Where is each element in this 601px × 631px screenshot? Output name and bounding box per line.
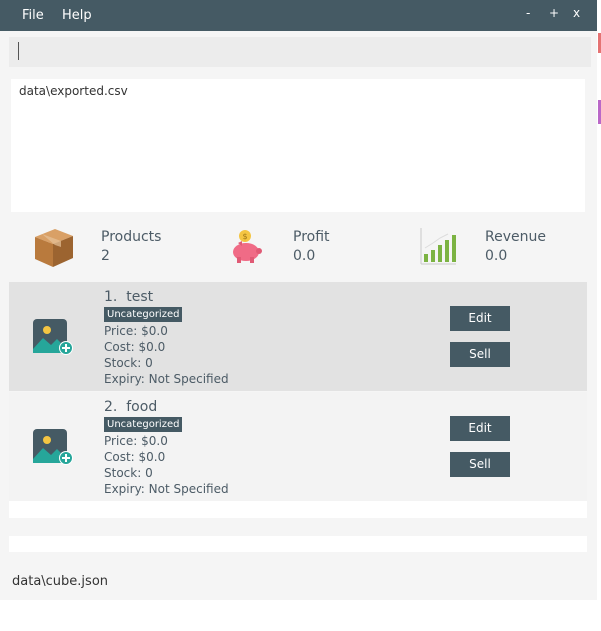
- box-icon: [35, 229, 73, 267]
- category-tag: Uncategorized: [104, 307, 183, 322]
- menu-bar: File Help - + x: [0, 0, 597, 31]
- empty-panel: [9, 536, 587, 552]
- product-card: 2. food Uncategorized Price: $0.0 Cost: …: [9, 392, 587, 501]
- edit-button[interactable]: Edit: [450, 306, 510, 331]
- revenue-value: 0.0: [485, 248, 508, 264]
- product-expiry: Expiry: Not Specified: [104, 482, 229, 496]
- minimize-button[interactable]: -: [526, 6, 530, 20]
- result-display: [11, 79, 585, 212]
- product-cost: Cost: $0.0: [104, 450, 166, 464]
- product-stock: Stock: 0: [104, 466, 153, 480]
- result-text: data\exported.csv: [19, 84, 128, 98]
- help-menu[interactable]: Help: [62, 8, 92, 23]
- products-label: Products: [101, 229, 162, 245]
- piggy-bank-icon: $: [233, 230, 262, 263]
- product-card: 1. test Uncategorized Price: $0.0 Cost: …: [9, 282, 587, 391]
- sell-button[interactable]: Sell: [450, 342, 510, 367]
- product-title: 1. test: [104, 289, 154, 305]
- product-image-icon: [33, 319, 73, 355]
- revenue-label: Revenue: [485, 229, 546, 245]
- products-value: 2: [101, 248, 110, 264]
- product-cost: Cost: $0.0: [104, 340, 166, 354]
- status-bar-path: data\cube.json: [12, 574, 109, 589]
- product-price: Price: $0.0: [104, 324, 168, 338]
- file-menu[interactable]: File: [22, 8, 44, 23]
- window-edge: [597, 0, 601, 631]
- product-expiry: Expiry: Not Specified: [104, 372, 229, 386]
- command-input[interactable]: [9, 37, 591, 67]
- edit-button[interactable]: Edit: [450, 416, 510, 441]
- product-image-icon: [33, 429, 73, 465]
- profit-value: 0.0: [293, 248, 316, 264]
- close-button[interactable]: x: [573, 6, 580, 20]
- svg-text:$: $: [242, 232, 247, 241]
- product-title: 2. food: [104, 399, 158, 415]
- product-stock: Stock: 0: [104, 356, 153, 370]
- profit-label: Profit: [293, 229, 330, 245]
- growth-chart-icon: [420, 228, 456, 265]
- product-price: Price: $0.0: [104, 434, 168, 448]
- app-window: File Help - + x data\exported.csv Produc…: [0, 0, 597, 600]
- text-cursor: [18, 42, 19, 60]
- statistics-panel: Products 2 $ Profit 0.0 Revenue 0.0: [0, 222, 597, 272]
- category-tag: Uncategorized: [104, 417, 183, 432]
- sell-button[interactable]: Sell: [450, 452, 510, 477]
- maximize-button[interactable]: +: [549, 6, 559, 20]
- empty-list-area: [9, 501, 587, 518]
